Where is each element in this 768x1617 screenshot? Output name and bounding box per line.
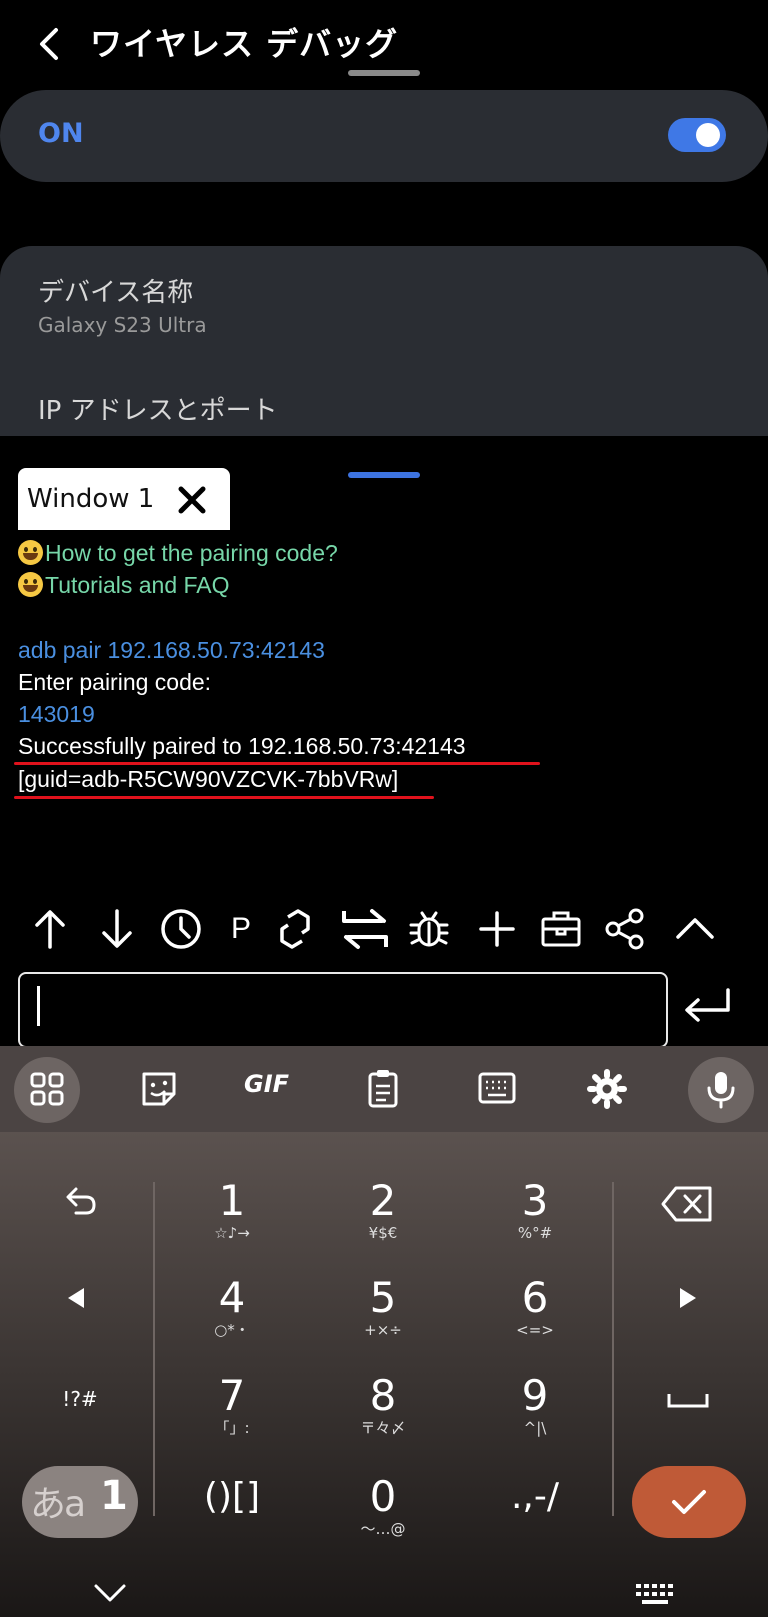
key-main: 1 — [218, 1176, 246, 1225]
key-separator — [612, 1182, 614, 1516]
device-name-value: Galaxy S23 Ultra — [38, 313, 207, 337]
key-sub: %°# — [517, 1224, 553, 1242]
red-underline — [14, 762, 540, 765]
drag-handle[interactable] — [348, 70, 420, 76]
input-mode-label: あa — [30, 1484, 86, 1525]
text-cursor — [37, 986, 40, 1026]
adb-command-line: adb pair 192.168.50.73:42143 — [18, 637, 325, 663]
device-name-label: デバイス名称 — [38, 278, 194, 308]
switch-knob — [696, 123, 720, 147]
close-icon[interactable] — [176, 484, 208, 516]
key-0[interactable]: 0 〜…@ — [323, 1472, 443, 1539]
pairing-code-help-link[interactable]: How to get the pairing code? — [18, 537, 338, 569]
key-punctuation[interactable]: .,-/ — [475, 1474, 595, 1520]
key-main: ()[] — [203, 1476, 261, 1517]
keyboard-icon[interactable] — [474, 1066, 520, 1112]
p-icon[interactable]: P — [220, 907, 262, 951]
tutorials-faq-link[interactable]: Tutorials and FAQ — [18, 569, 230, 601]
key-main: 4 — [218, 1273, 246, 1322]
sticker-icon[interactable] — [136, 1066, 182, 1112]
key-2[interactable]: 2 ¥$€ — [323, 1176, 443, 1243]
key-sub: ○*・ — [214, 1321, 250, 1339]
key-separator — [153, 1182, 155, 1516]
space-icon[interactable] — [666, 1390, 710, 1412]
backspace-icon[interactable] — [660, 1184, 714, 1224]
window-tab-label: Window 1 — [27, 484, 155, 514]
window-drag-handle[interactable] — [348, 472, 420, 478]
key-5[interactable]: 5 +×÷ — [323, 1273, 443, 1340]
key-9[interactable]: 9 ^|\ — [475, 1371, 595, 1438]
arrow-down-icon[interactable] — [96, 907, 138, 951]
key-3[interactable]: 3 %°# — [475, 1176, 595, 1243]
undo-icon[interactable] — [40, 1183, 120, 1223]
key-main: .,-/ — [510, 1476, 559, 1517]
wireless-debug-toggle-card[interactable] — [0, 90, 768, 182]
link-icon[interactable] — [274, 907, 316, 951]
key-main: 0 — [369, 1472, 397, 1521]
key-sub: ☆♪→ — [214, 1224, 250, 1242]
share-icon[interactable] — [604, 907, 646, 951]
key-sub: 〒々〆 — [360, 1419, 406, 1437]
enter-return-icon[interactable] — [680, 986, 734, 1030]
switch-keyboard-icon[interactable] — [634, 1582, 678, 1610]
gif-icon[interactable]: GIF — [244, 1070, 289, 1098]
bug-icon[interactable] — [408, 907, 450, 951]
link-text: Tutorials and FAQ — [45, 572, 230, 598]
back-arrow-icon[interactable] — [36, 26, 64, 62]
key-main: 8 — [369, 1371, 397, 1420]
key-6[interactable]: 6 <=> — [475, 1273, 595, 1340]
chevron-up-icon[interactable] — [674, 907, 716, 951]
settings-gear-icon[interactable] — [584, 1066, 630, 1112]
key-sub: ¥$€ — [368, 1224, 398, 1242]
symbols-key[interactable]: !?# — [40, 1387, 120, 1411]
key-main: 9 — [521, 1371, 549, 1420]
key-sub: ^|\ — [523, 1419, 547, 1437]
page-title: ワイヤレス デバッグ — [90, 25, 399, 63]
key-8[interactable]: 8 〒々〆 — [323, 1371, 443, 1438]
key-main: 2 — [369, 1176, 397, 1225]
success-line: Successfully paired to 192.168.50.73:421… — [18, 733, 466, 759]
key-7[interactable]: 7 「」: — [172, 1371, 292, 1438]
arrow-up-icon[interactable] — [29, 907, 71, 951]
toggle-state-label: ON — [38, 118, 84, 149]
key-main: 7 — [218, 1371, 246, 1420]
cursor-left-icon[interactable] — [68, 1288, 84, 1308]
key-sub: <=> — [516, 1321, 554, 1339]
toolbox-icon[interactable] — [540, 907, 582, 951]
guid-line: [guid=adb-R5CW90VZCVK-7bbVRw] — [18, 766, 399, 792]
key-4[interactable]: 4 ○*・ — [172, 1273, 292, 1340]
ip-port-label[interactable]: IP アドレスとポート — [38, 390, 278, 427]
checkmark-icon — [670, 1486, 708, 1518]
apps-grid-icon — [24, 1066, 70, 1112]
command-input[interactable] — [18, 972, 668, 1048]
pairing-prompt-line: Enter pairing code: — [18, 669, 212, 695]
key-sub: 「」: — [214, 1419, 250, 1437]
cursor-right-icon[interactable] — [680, 1288, 696, 1308]
hide-keyboard-icon[interactable] — [92, 1578, 128, 1608]
plus-icon[interactable] — [476, 907, 518, 951]
key-main: 3 — [521, 1176, 549, 1225]
input-mode-number: 1 — [100, 1473, 128, 1519]
key-1[interactable]: 1 ☆♪→ — [172, 1176, 292, 1243]
red-underline — [14, 796, 434, 799]
grinning-face-icon — [18, 572, 43, 597]
key-main: 6 — [521, 1273, 549, 1322]
key-sub: +×÷ — [364, 1321, 402, 1339]
pairing-code-line: 143019 — [18, 701, 95, 727]
history-clock-icon[interactable] — [160, 907, 202, 951]
key-main: 5 — [369, 1273, 397, 1322]
grinning-face-icon — [18, 540, 43, 565]
clipboard-icon[interactable] — [360, 1066, 406, 1112]
swap-icon[interactable] — [340, 907, 390, 951]
key-brackets[interactable]: ()[] — [172, 1474, 292, 1520]
key-sub: 〜…@ — [360, 1520, 406, 1538]
link-text: How to get the pairing code? — [45, 540, 338, 566]
mic-icon — [698, 1066, 744, 1112]
